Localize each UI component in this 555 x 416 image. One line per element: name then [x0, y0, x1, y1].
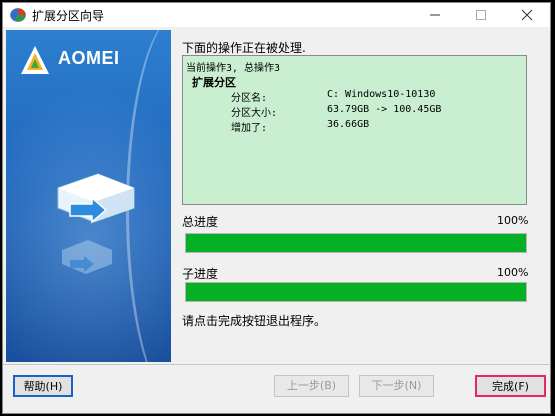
maximize-icon	[476, 10, 486, 20]
sub-progress-percent: 100%	[497, 266, 529, 279]
brand-name: AOMEI	[58, 48, 120, 68]
close-icon	[521, 9, 533, 21]
log-value: 63.79GB -> 100.45GB	[327, 104, 442, 115]
log-value: 36.66GB	[327, 119, 370, 130]
sub-progress-fill	[186, 283, 526, 301]
main-panel: 下面的操作正在被处理. 当前操作3, 总操作3 扩展分区 分区名: C: Win…	[171, 30, 549, 362]
status-message: 下面的操作正在被处理.	[182, 41, 306, 55]
log-label: 分区大小:	[231, 108, 278, 119]
minimize-button[interactable]	[412, 3, 458, 27]
aomei-logo-icon	[21, 46, 49, 74]
total-progress-label: 总进度	[182, 215, 219, 229]
app-icon	[10, 8, 26, 22]
window-title: 扩展分区向导	[32, 9, 105, 23]
log-label: 增加了:	[231, 123, 268, 134]
minimize-icon	[430, 14, 440, 16]
operation-log: 当前操作3, 总操作3 扩展分区 分区名: C: Windows10-10130…	[182, 55, 527, 205]
maximize-button[interactable]	[458, 3, 504, 27]
sub-progress-label: 子进度	[182, 267, 219, 281]
help-button[interactable]: 帮助(H)	[13, 375, 73, 397]
disk-reflection-icon	[62, 240, 112, 274]
completion-message: 请点击完成按钮退出程序。	[182, 314, 327, 328]
log-operation: 扩展分区	[192, 76, 236, 89]
total-progress-percent: 100%	[497, 214, 529, 227]
sub-progress-bar	[185, 282, 527, 302]
next-button[interactable]: 下一步(N)	[359, 375, 434, 397]
total-progress-fill	[186, 234, 526, 252]
log-header: 当前操作3, 总操作3	[186, 63, 281, 74]
total-progress-bar	[185, 233, 527, 253]
wizard-window: 扩展分区向导 AOMEI 下面的操作正在被处理. 当前操作3, 总操作3 扩展分…	[2, 2, 551, 414]
log-label: 分区名:	[231, 93, 268, 104]
finish-button[interactable]: 完成(F)	[475, 375, 546, 397]
footer-divider	[3, 364, 550, 365]
title-bar[interactable]: 扩展分区向导	[3, 3, 550, 27]
back-button[interactable]: 上一步(B)	[274, 375, 349, 397]
side-banner: AOMEI	[6, 30, 171, 362]
close-button[interactable]	[504, 3, 550, 27]
log-value: C: Windows10-10130	[327, 89, 436, 100]
hard-disk-icon	[57, 173, 135, 224]
